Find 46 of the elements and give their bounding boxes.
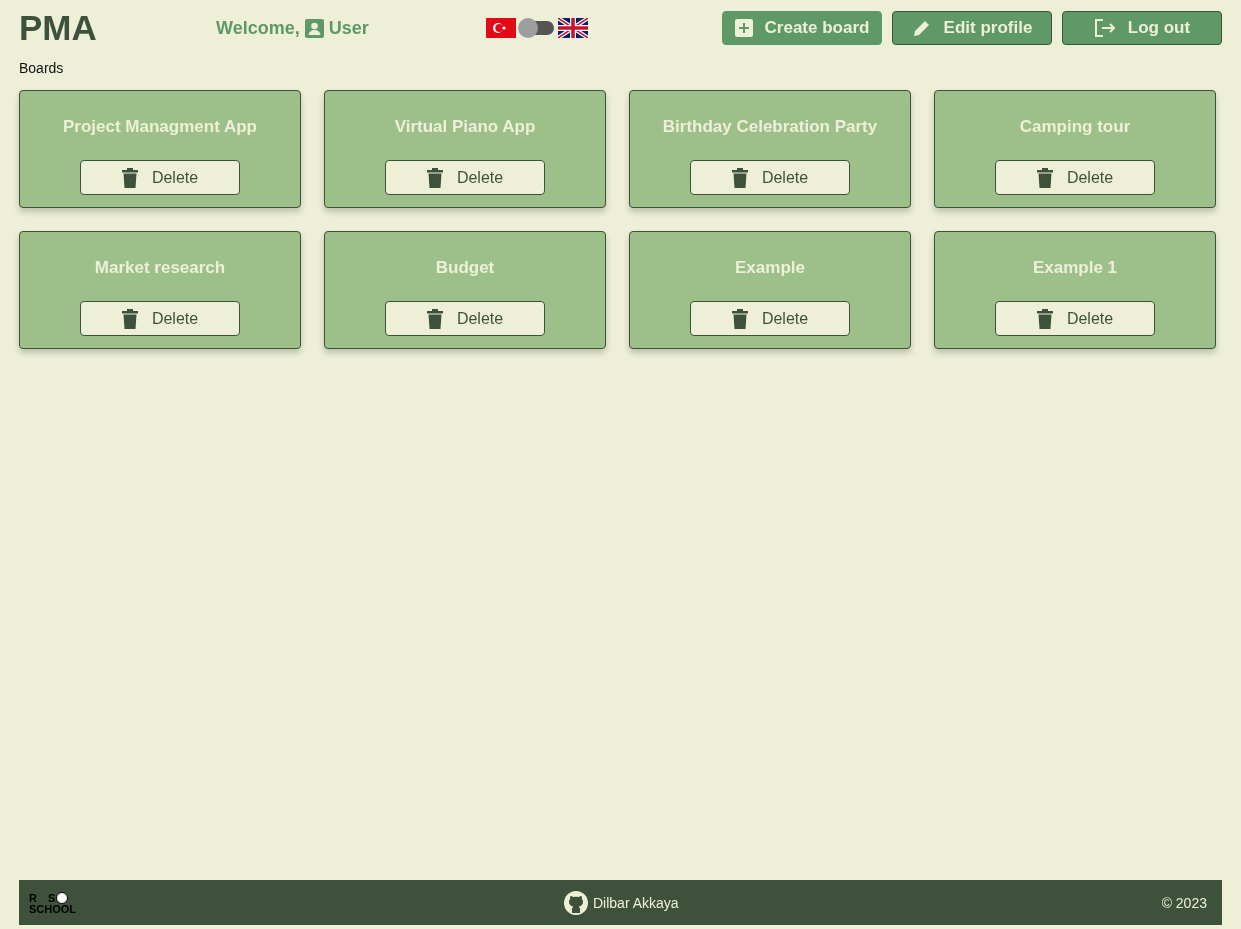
welcome-text: Welcome, — [216, 17, 300, 39]
board-card[interactable]: Camping tour Delete — [934, 90, 1216, 208]
board-title: Project Managment App — [63, 117, 257, 137]
board-card[interactable]: Virtual Piano App Delete — [324, 90, 606, 208]
page-title: Boards — [19, 60, 65, 76]
pencil-icon — [911, 18, 932, 38]
trash-icon — [731, 308, 748, 329]
board-title: Birthday Celebration Party — [662, 117, 878, 137]
delete-button[interactable]: Delete — [80, 301, 240, 336]
trash-icon — [121, 167, 138, 188]
trash-icon — [1036, 308, 1053, 329]
plus-icon — [734, 19, 753, 37]
delete-button[interactable]: Delete — [80, 160, 240, 195]
trash-icon — [1036, 167, 1053, 188]
uk-flag-icon[interactable] — [558, 18, 588, 38]
board-title: Market research — [94, 258, 226, 278]
turkey-flag-icon[interactable] — [486, 18, 516, 38]
board-title: Camping tour — [1019, 117, 1131, 137]
board-card[interactable]: Birthday Celebration Party Delete — [629, 90, 911, 208]
delete-button[interactable]: Delete — [995, 301, 1155, 336]
board-card[interactable]: Example 1 Delete — [934, 231, 1216, 349]
log-out-icon — [1093, 18, 1116, 38]
copyright-text: © 2023 — [1161, 894, 1207, 911]
board-title: Example — [735, 258, 805, 278]
delete-button[interactable]: Delete — [385, 160, 545, 195]
board-title: Virtual Piano App — [394, 117, 536, 137]
delete-button[interactable]: Delete — [690, 301, 850, 336]
user-name: User — [328, 17, 369, 39]
trash-icon — [121, 308, 138, 329]
board-title: Example 1 — [1032, 258, 1118, 278]
board-card[interactable]: Project Managment App Delete — [19, 90, 301, 208]
delete-button[interactable]: Delete — [690, 160, 850, 195]
board-card[interactable]: Example Delete — [629, 231, 911, 349]
delete-button[interactable]: Delete — [995, 160, 1155, 195]
logo: PMA — [19, 8, 98, 48]
trash-icon — [426, 167, 443, 188]
user-icon — [304, 18, 324, 38]
board-card[interactable]: Market research Delete — [19, 231, 301, 349]
trash-icon — [426, 308, 443, 329]
delete-button[interactable]: Delete — [385, 301, 545, 336]
language-toggle[interactable] — [520, 21, 554, 35]
author-link[interactable]: Dilbar Akkaya — [593, 894, 679, 911]
github-icon[interactable] — [564, 890, 588, 915]
board-title: Budget — [435, 258, 495, 278]
trash-icon — [731, 167, 748, 188]
board-card[interactable]: Budget Delete — [324, 231, 606, 349]
